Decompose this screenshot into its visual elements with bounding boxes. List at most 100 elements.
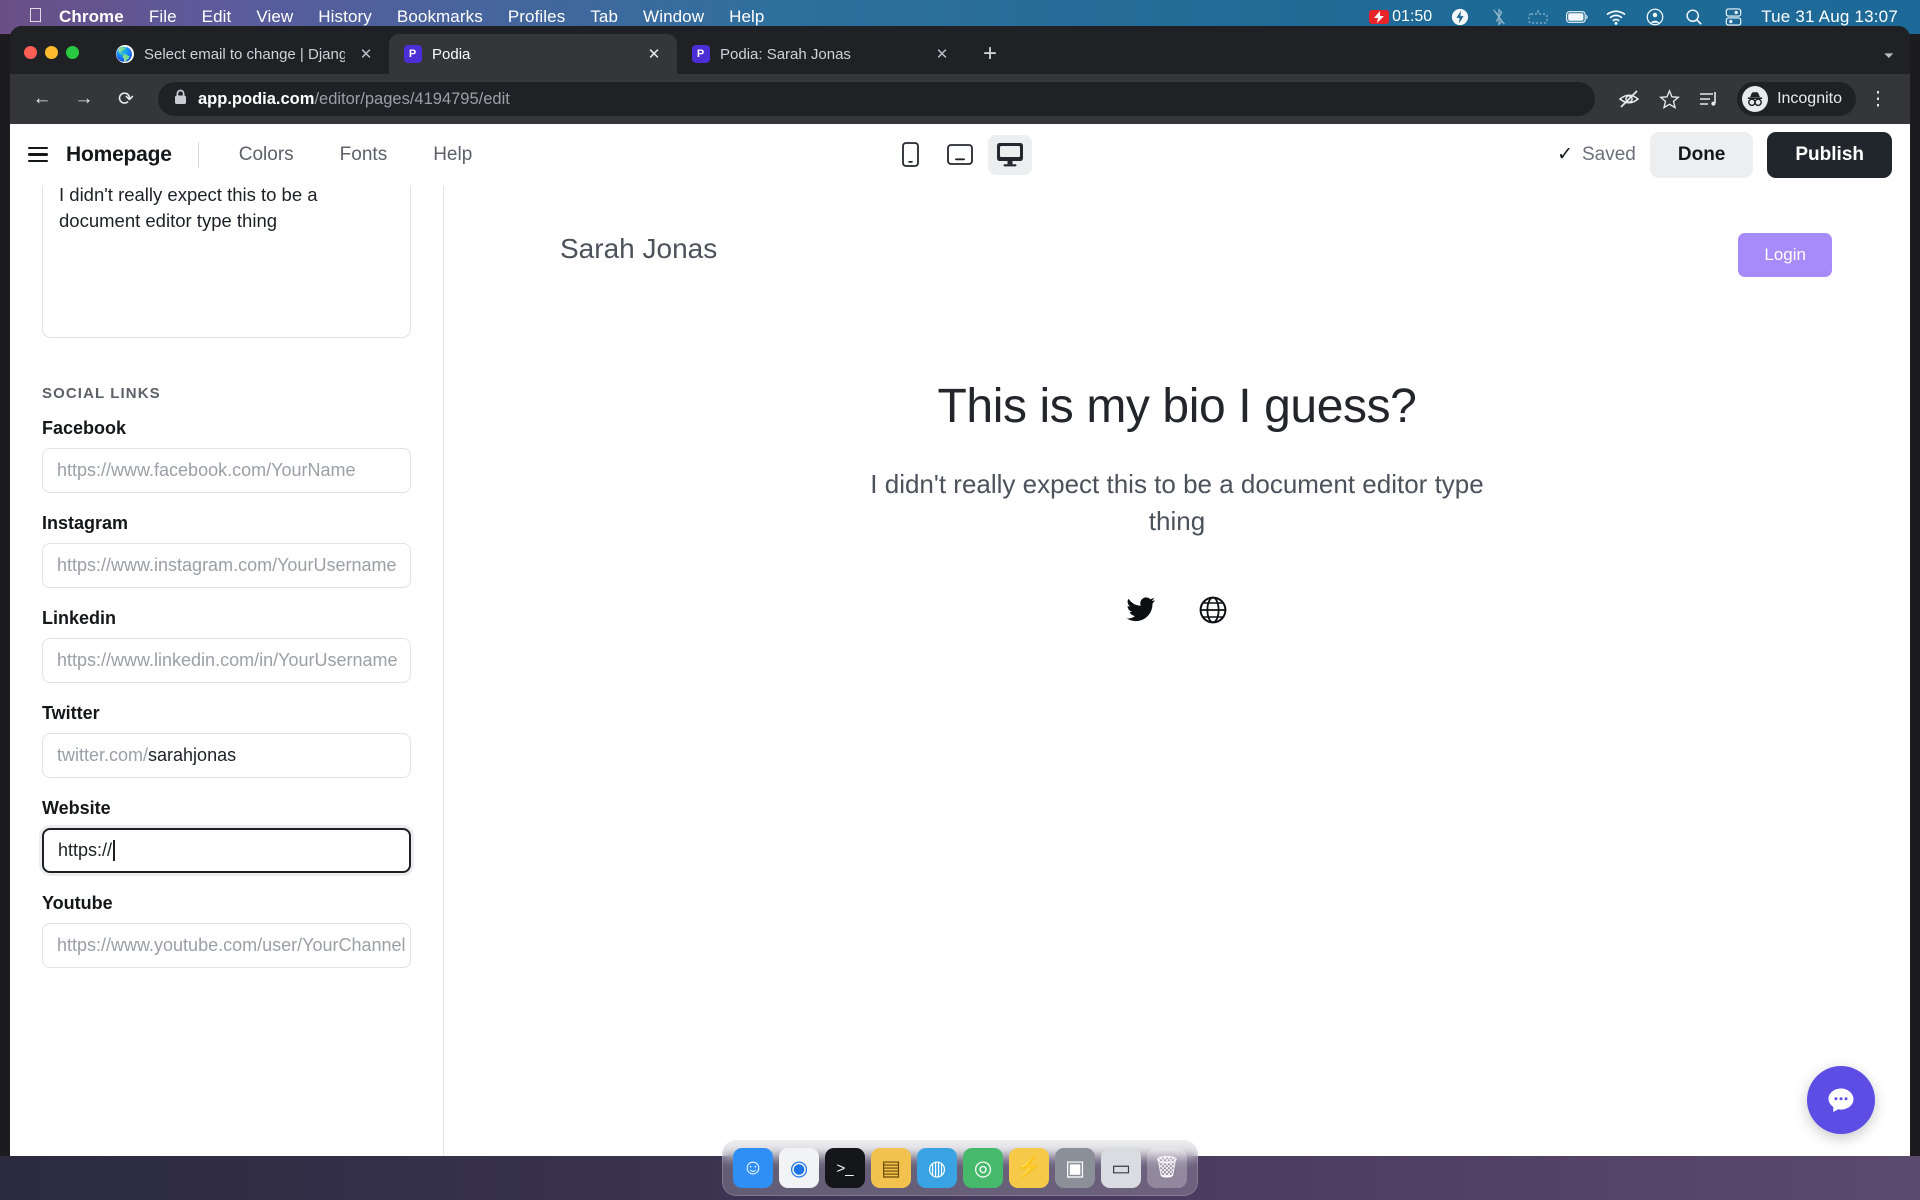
desktop-icon[interactable]: [988, 134, 1032, 175]
menu-item-window[interactable]: Window: [643, 7, 704, 27]
menubar-clock[interactable]: Tue 31 Aug 13:07: [1761, 7, 1898, 27]
tab-search-icon[interactable]: ⏷: [1884, 48, 1894, 64]
address-bar[interactable]: app.podia.com/editor/pages/4194795/edit: [158, 82, 1596, 116]
browser-toolbar: ← → ⟳ app.podia.com/editor/pages/4194795…: [10, 74, 1910, 124]
close-icon[interactable]: ✕: [355, 43, 377, 65]
screen-time-badge[interactable]: 01:50: [1369, 8, 1432, 26]
editor-header-left: Homepage Colors Fonts Help: [28, 141, 486, 168]
search-icon[interactable]: [1683, 7, 1705, 27]
chrome-icon[interactable]: ◉: [779, 1148, 819, 1188]
bolt-icon[interactable]: [1449, 7, 1471, 27]
twitter-icon[interactable]: [1126, 595, 1156, 625]
login-button[interactable]: Login: [1738, 233, 1832, 277]
browser-tab-podia-sarah-jonas[interactable]: P Podia: Sarah Jonas ✕: [677, 34, 965, 74]
profile-button-incognito[interactable]: Incognito: [1737, 82, 1856, 116]
field-label-twitter: Twitter: [42, 703, 100, 723]
flash-icon[interactable]: ⚡: [1009, 1148, 1049, 1188]
bio-textarea[interactable]: I didn't really expect this to be a docu…: [42, 186, 411, 338]
device-preview-switcher: [888, 134, 1032, 175]
apple-icon[interactable]: : [28, 6, 43, 26]
browser-icon[interactable]: ◍: [917, 1148, 957, 1188]
preview-hero: This is my bio I guess? I didn't really …: [444, 379, 1910, 625]
chat-bubble-icon[interactable]: [1807, 1066, 1875, 1134]
browser-tab-podia[interactable]: P Podia ✕: [389, 34, 677, 74]
eye-slash-icon[interactable]: [1611, 81, 1647, 117]
window-controls: [24, 46, 79, 74]
editor-header-right: ✓ Saved Done Publish: [1557, 131, 1892, 178]
youtube-input[interactable]: https://www.youtube.com/user/YourChannel: [42, 923, 411, 968]
linkedin-input[interactable]: https://www.linkedin.com/in/YourUsername: [42, 638, 411, 683]
menu-item-tab[interactable]: Tab: [590, 7, 618, 27]
close-icon[interactable]: ✕: [643, 43, 665, 65]
finder-icon[interactable]: ☺: [733, 1148, 773, 1188]
menu-item-bookmarks[interactable]: Bookmarks: [397, 7, 483, 27]
website-input[interactable]: https://: [42, 828, 411, 873]
instagram-input[interactable]: https://www.instagram.com/YourUsername: [42, 543, 411, 588]
social-links-section-label: SOCIAL LINKS: [42, 385, 161, 402]
wifi-icon[interactable]: [1605, 7, 1627, 27]
trash-icon[interactable]: 🗑: [1147, 1148, 1187, 1188]
control-center-icon[interactable]: [1722, 7, 1744, 27]
mobile-icon[interactable]: [888, 135, 932, 175]
globe-favicon: 🌎: [115, 45, 134, 63]
menu-item-help[interactable]: Help: [729, 7, 764, 27]
preview-subheading: I didn't really expect this to be a docu…: [870, 469, 1484, 536]
compass-icon[interactable]: ◎: [963, 1148, 1003, 1188]
star-icon[interactable]: [1651, 81, 1687, 117]
close-window-button[interactable]: [24, 46, 37, 59]
field-facebook: Facebook https://www.facebook.com/YourNa…: [42, 418, 411, 493]
field-label-youtube: Youtube: [42, 893, 113, 913]
publish-button[interactable]: Publish: [1767, 131, 1892, 178]
menu-item-profiles[interactable]: Profiles: [508, 7, 566, 27]
menubar-status-area: 01:50 Tue 31 Aug 13:07: [1369, 7, 1906, 27]
keyboard-brightness-icon[interactable]: [1527, 7, 1549, 27]
back-icon[interactable]: ←: [24, 81, 60, 117]
browser-tab-django[interactable]: 🌎 Select email to change | Django ✕: [101, 34, 389, 74]
tab-title: Podia: Sarah Jonas: [720, 45, 851, 63]
camera-icon[interactable]: ▣: [1055, 1148, 1095, 1188]
new-tab-button[interactable]: +: [973, 37, 1007, 71]
control-center-user-icon[interactable]: [1644, 7, 1666, 27]
keyboard-icon[interactable]: ▭: [1101, 1148, 1141, 1188]
forward-icon[interactable]: →: [66, 81, 102, 117]
kebab-menu-icon[interactable]: ⋮: [1860, 81, 1896, 117]
header-link-help[interactable]: Help: [419, 144, 486, 166]
menu-item-view[interactable]: View: [256, 7, 293, 27]
files-icon[interactable]: ▤: [871, 1148, 911, 1188]
preview-social-icons: [444, 595, 1910, 625]
twitter-input[interactable]: twitter.com/sarahjonas: [42, 733, 411, 778]
menu-item-history[interactable]: History: [318, 7, 372, 27]
reload-icon[interactable]: ⟳: [108, 81, 144, 117]
macos-dock: ☺ ◉ >_ ▤ ◍ ◎ ⚡ ▣ ▭ 🗑: [722, 1140, 1198, 1196]
menu-item-edit[interactable]: Edit: [202, 7, 232, 27]
minimize-window-button[interactable]: [45, 46, 58, 59]
battery-icon[interactable]: [1566, 7, 1588, 27]
twitter-prefix: twitter.com/: [57, 745, 149, 765]
header-link-colors[interactable]: Colors: [225, 144, 308, 166]
field-twitter: Twitter twitter.com/sarahjonas: [42, 703, 411, 778]
close-icon[interactable]: ✕: [931, 43, 953, 65]
field-label-linkedin: Linkedin: [42, 608, 117, 628]
done-button[interactable]: Done: [1649, 131, 1754, 178]
incognito-icon: [1742, 86, 1769, 112]
menu-item-chrome[interactable]: Chrome: [59, 7, 124, 27]
preview-heading: This is my bio I guess?: [937, 380, 1417, 433]
media-playlist-icon[interactable]: [1691, 81, 1727, 117]
maximize-window-button[interactable]: [66, 46, 79, 59]
profile-label: Incognito: [1777, 90, 1842, 107]
field-label-facebook: Facebook: [42, 418, 127, 438]
twitter-handle: sarahjonas: [148, 745, 237, 765]
terminal-icon[interactable]: >_: [825, 1148, 865, 1188]
menu-item-file[interactable]: File: [149, 7, 177, 27]
website-globe-icon[interactable]: [1198, 595, 1228, 625]
podia-favicon: P: [691, 45, 710, 64]
hamburger-icon[interactable]: [28, 146, 48, 163]
url-host: app.podia.com: [198, 89, 315, 108]
site-preview: Sarah Jonas Login This is my bio I guess…: [444, 186, 1910, 1176]
header-link-fonts[interactable]: Fonts: [326, 144, 402, 166]
website-value: https://: [58, 840, 113, 860]
bluetooth-off-icon[interactable]: [1488, 7, 1510, 27]
tablet-icon[interactable]: [938, 135, 982, 175]
page-title: Homepage: [66, 142, 172, 166]
facebook-input[interactable]: https://www.facebook.com/YourName: [42, 448, 411, 493]
